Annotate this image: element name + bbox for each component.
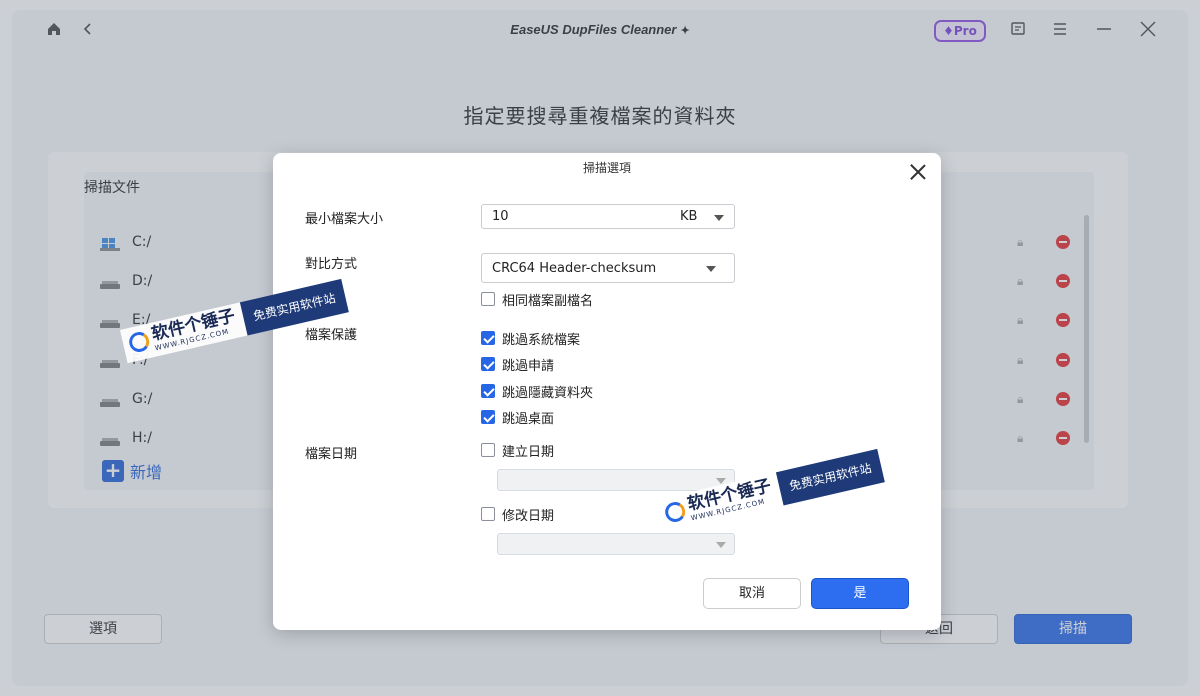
checkbox-label: 修改日期: [502, 508, 555, 524]
checkbox[interactable]: [481, 331, 495, 345]
modified-date-picker[interactable]: [497, 533, 735, 555]
checkbox[interactable]: [481, 384, 495, 398]
protection-label: 檔案保護: [305, 328, 358, 343]
min-size-unit: KB: [680, 209, 698, 224]
cancel-button[interactable]: 取消: [703, 578, 801, 609]
checkbox-label: 跳過申請: [502, 358, 555, 374]
watermark-logo-icon: [127, 329, 152, 354]
chevron-down-icon: [716, 542, 726, 548]
checkbox[interactable]: [481, 357, 495, 371]
close-icon[interactable]: [909, 163, 927, 181]
skip-applications-checkbox[interactable]: 跳過申請: [481, 356, 555, 374]
checkbox[interactable]: [481, 410, 495, 424]
watermark-logo-icon: [663, 499, 688, 524]
compare-method-select[interactable]: CRC64 Header-checksum: [481, 253, 735, 283]
min-size-label: 最小檔案大小: [305, 212, 384, 227]
checkbox[interactable]: [481, 507, 495, 521]
modified-date-checkbox[interactable]: 修改日期: [481, 506, 555, 524]
chevron-down-icon: [714, 215, 724, 221]
skip-system-files-checkbox[interactable]: 跳過系統檔案: [481, 330, 581, 348]
same-extension-checkbox[interactable]: 相同檔案副檔名: [481, 291, 594, 309]
created-date-picker[interactable]: [497, 469, 735, 491]
checkbox-label: 跳過桌面: [502, 411, 555, 427]
checkbox-label: 相同檔案副檔名: [502, 293, 594, 309]
checkbox[interactable]: [481, 292, 495, 306]
chevron-down-icon: [706, 266, 716, 272]
checkbox-label: 建立日期: [502, 444, 555, 460]
confirm-button[interactable]: 是: [811, 578, 909, 609]
compare-method-label: 對比方式: [305, 257, 358, 272]
checkbox[interactable]: [481, 443, 495, 457]
checkbox-label: 跳過隱藏資料夾: [502, 385, 594, 401]
skip-desktop-checkbox[interactable]: 跳過桌面: [481, 409, 555, 427]
min-size-value: 10: [492, 209, 509, 224]
skip-hidden-folders-checkbox[interactable]: 跳過隱藏資料夾: [481, 383, 594, 401]
min-size-input[interactable]: 10 KB: [481, 204, 735, 229]
compare-method-value: CRC64 Header-checksum: [492, 261, 657, 276]
dialog-title: 掃描選項: [582, 161, 631, 175]
file-date-label: 檔案日期: [305, 447, 358, 462]
scan-options-dialog: 掃描選項 最小檔案大小 10 KB 對比方式 CRC64 Header-chec…: [273, 153, 941, 630]
created-date-checkbox[interactable]: 建立日期: [481, 442, 555, 460]
checkbox-label: 跳過系統檔案: [502, 332, 581, 348]
